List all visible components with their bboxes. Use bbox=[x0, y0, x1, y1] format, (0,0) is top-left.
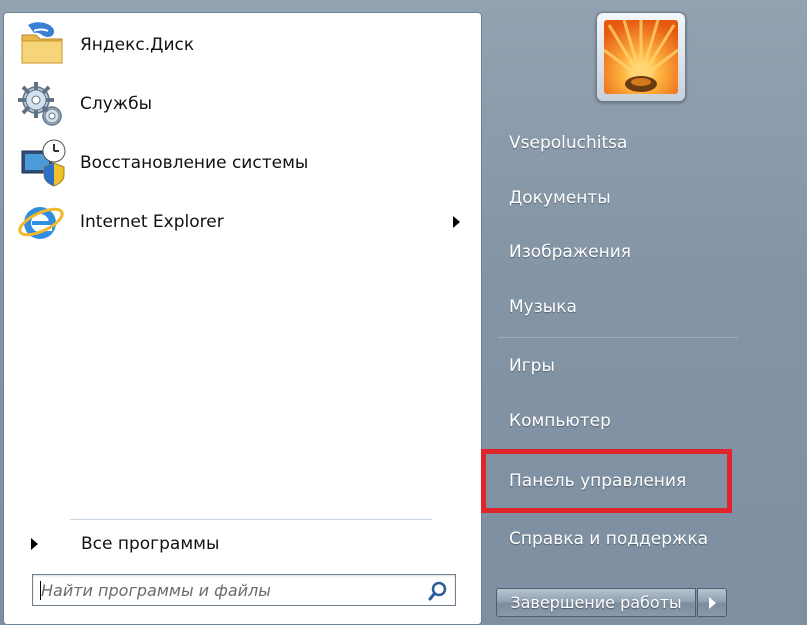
search-input[interactable] bbox=[37, 577, 431, 603]
programs-panel: Яндекс.Диск Службы Восстановление систем… bbox=[3, 12, 482, 625]
arrow-right-icon bbox=[709, 597, 716, 609]
submenu-arrow-icon[interactable] bbox=[453, 216, 460, 228]
search-box[interactable] bbox=[32, 574, 456, 606]
places-panel: Vsepoluchitsa Документы Изображения Музы… bbox=[480, 0, 807, 625]
separator bbox=[498, 337, 738, 338]
program-item-services[interactable]: Службы bbox=[14, 76, 476, 132]
system-restore-icon bbox=[14, 135, 70, 191]
flower-avatar bbox=[604, 20, 678, 94]
program-label: Яндекс.Диск bbox=[80, 35, 195, 55]
highlight-frame bbox=[481, 449, 732, 513]
yandex-disk-folder-icon bbox=[14, 17, 70, 73]
help-and-support-link[interactable]: Справка и поддержка bbox=[509, 529, 708, 555]
shutdown-button[interactable]: Завершение работы bbox=[496, 588, 696, 617]
music-link[interactable]: Музыка bbox=[509, 297, 577, 323]
shutdown-options-button[interactable] bbox=[697, 588, 727, 617]
program-item-yandex-disk[interactable]: Яндекс.Диск bbox=[14, 17, 476, 73]
computer-link[interactable]: Компьютер bbox=[509, 411, 611, 437]
internet-explorer-icon bbox=[14, 194, 70, 250]
program-label: Восстановление системы bbox=[80, 153, 309, 173]
games-link[interactable]: Игры bbox=[509, 356, 555, 382]
separator bbox=[70, 519, 432, 520]
shutdown-label: Завершение работы bbox=[510, 593, 682, 612]
search-icon[interactable] bbox=[427, 580, 449, 602]
documents-link[interactable]: Документы bbox=[509, 188, 611, 214]
all-programs-button[interactable]: Все программы bbox=[24, 529, 464, 559]
all-programs-label: Все программы bbox=[81, 534, 220, 554]
program-label: Службы bbox=[80, 94, 153, 114]
arrow-right-icon bbox=[31, 538, 38, 550]
program-item-internet-explorer[interactable]: Internet Explorer bbox=[14, 194, 476, 250]
user-name-link[interactable]: Vsepoluchitsa bbox=[509, 133, 627, 159]
program-item-system-restore[interactable]: Восстановление системы bbox=[14, 135, 476, 191]
program-label: Internet Explorer bbox=[80, 212, 224, 232]
pictures-link[interactable]: Изображения bbox=[509, 242, 631, 268]
text-caret bbox=[40, 581, 41, 600]
services-gears-icon bbox=[14, 76, 70, 132]
user-avatar[interactable] bbox=[596, 12, 686, 102]
